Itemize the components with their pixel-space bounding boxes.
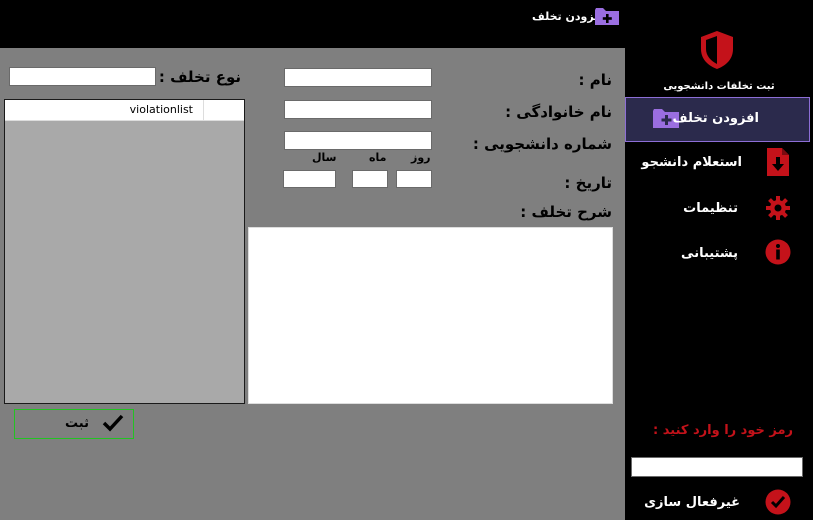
info-icon [765, 239, 791, 269]
gear-icon [765, 195, 791, 225]
violation-list[interactable]: violationlist [4, 99, 245, 404]
check-circle-icon [765, 489, 791, 519]
violation-type-field[interactable] [9, 67, 156, 86]
student-id-field[interactable] [284, 131, 432, 150]
add-folder-icon [594, 6, 620, 30]
family-label: نام خانوادگی : [505, 103, 612, 121]
list-header: violationlist [5, 100, 244, 121]
sidebar-item-label: تنظیمات [683, 201, 738, 216]
sidebar-item-add-violation[interactable]: افزودن تخلف [625, 97, 810, 142]
sidebar-item-support[interactable]: پشتیبانی [625, 237, 810, 271]
year-label: سال [312, 151, 337, 164]
month-label: ماه [369, 151, 387, 164]
list-column-header[interactable]: violationlist [44, 100, 204, 120]
download-file-icon [766, 147, 790, 181]
month-field[interactable] [352, 170, 388, 188]
submit-button[interactable]: ثبت [14, 409, 134, 439]
description-field[interactable] [248, 227, 613, 404]
check-icon [102, 414, 124, 436]
description-label: شرح تخلف : [520, 203, 612, 221]
sidebar: ثبت تخلفات دانشجویی افزودن تخلف استعلام … [625, 0, 813, 520]
password-field[interactable] [631, 457, 803, 477]
sidebar-item-label: استعلام دانشجو [641, 155, 742, 170]
sidebar-item-settings[interactable]: تنظیمات [625, 192, 810, 226]
day-label: روز [411, 151, 431, 164]
year-field[interactable] [283, 170, 336, 188]
deactivate-button[interactable]: غیرفعال سازی [625, 487, 810, 519]
family-field[interactable] [284, 100, 432, 119]
student-id-label: شماره دانشجویی : [472, 135, 612, 153]
sidebar-item-label: پشتیبانی [681, 246, 738, 261]
sidebar-item-label: افزودن تخلف [672, 111, 759, 126]
name-label: نام : [578, 71, 612, 89]
brand-title: ثبت تخلفات دانشجویی [663, 81, 775, 92]
shield-icon [699, 30, 735, 74]
password-prompt: رمز خود را وارد کنید : [653, 423, 793, 438]
deactivate-label: غیرفعال سازی [644, 495, 740, 510]
violation-type-label: نوع تخلف : [158, 68, 241, 86]
date-label: تاریخ : [564, 174, 612, 192]
sidebar-item-student-inquiry[interactable]: استعلام دانشجو [625, 145, 810, 181]
day-field[interactable] [396, 170, 432, 188]
name-field[interactable] [284, 68, 432, 87]
submit-label: ثبت [65, 416, 89, 431]
